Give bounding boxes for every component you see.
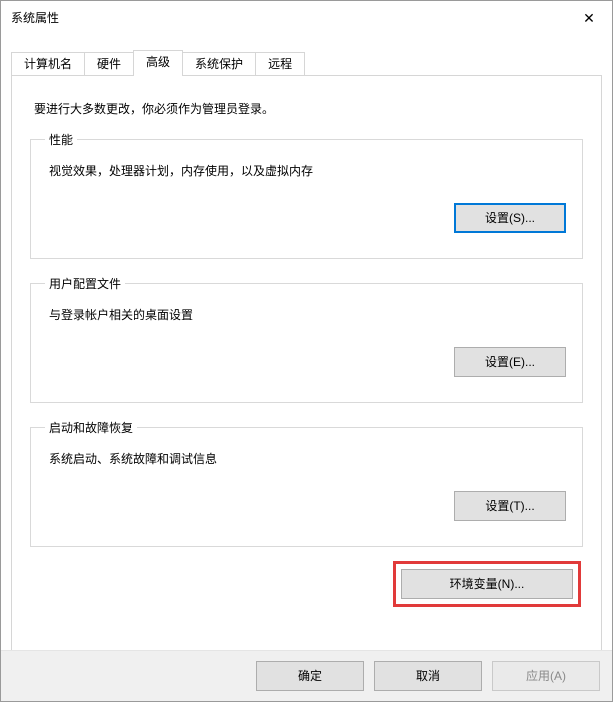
group-user-profiles-legend: 用户配置文件 [45,275,125,292]
group-performance-btn-row: 设置(S)... [47,203,566,233]
group-startup-recovery: 启动和故障恢复 系统启动、系统故障和调试信息 设置(T)... [30,419,583,547]
performance-settings-button[interactable]: 设置(S)... [454,203,566,233]
user-profiles-settings-button[interactable]: 设置(E)... [454,347,566,377]
window-title: 系统属性 [11,1,59,35]
titlebar: 系统属性 ✕ [1,1,612,35]
group-performance-desc: 视觉效果，处理器计划，内存使用，以及虚拟内存 [49,162,566,179]
close-icon: ✕ [583,10,595,27]
tab-hardware[interactable]: 硬件 [84,52,134,76]
tab-label: 硬件 [97,57,121,71]
window-body: 计算机名 硬件 高级 系统保护 远程 要进行大多数更改，你必须作为管理员登录。 … [1,35,612,701]
tabpanel-advanced: 要进行大多数更改，你必须作为管理员登录。 性能 视觉效果，处理器计划，内存使用，… [11,75,602,689]
group-performance: 性能 视觉效果，处理器计划，内存使用，以及虚拟内存 设置(S)... [30,131,583,259]
tab-label: 计算机名 [24,57,72,71]
apply-button[interactable]: 应用(A) [492,661,600,691]
group-performance-legend: 性能 [45,131,77,148]
startup-recovery-settings-button[interactable]: 设置(T)... [454,491,566,521]
group-startup-recovery-desc: 系统启动、系统故障和调试信息 [49,450,566,467]
close-button[interactable]: ✕ [566,3,612,33]
tab-computer-name[interactable]: 计算机名 [11,52,85,76]
group-user-profiles: 用户配置文件 与登录帐户相关的桌面设置 设置(E)... [30,275,583,403]
group-startup-recovery-legend: 启动和故障恢复 [45,419,137,436]
admin-intro-text: 要进行大多数更改，你必须作为管理员登录。 [34,100,583,117]
tabpanel-content: 要进行大多数更改，你必须作为管理员登录。 性能 视觉效果，处理器计划，内存使用，… [30,94,583,670]
tab-label: 系统保护 [195,57,243,71]
group-user-profiles-desc: 与登录帐户相关的桌面设置 [49,306,566,323]
environment-variables-highlight: 环境变量(N)... [393,561,581,607]
environment-variables-button[interactable]: 环境变量(N)... [401,569,573,599]
tab-label: 高级 [146,55,170,69]
tab-label: 远程 [268,57,292,71]
tab-advanced[interactable]: 高级 [133,50,183,76]
group-user-profiles-btn-row: 设置(E)... [47,347,566,377]
environment-variables-row: 环境变量(N)... [30,561,583,607]
cancel-button[interactable]: 取消 [374,661,482,691]
system-properties-window: 系统属性 ✕ 计算机名 硬件 高级 系统保护 远程 要进行大多数更改， [0,0,613,702]
dialog-footer: 确定 取消 应用(A) [1,650,612,701]
tab-remote[interactable]: 远程 [255,52,305,76]
tabstrip: 计算机名 硬件 高级 系统保护 远程 [11,49,602,75]
ok-button[interactable]: 确定 [256,661,364,691]
group-startup-recovery-btn-row: 设置(T)... [47,491,566,521]
tab-system-protection[interactable]: 系统保护 [182,52,256,76]
